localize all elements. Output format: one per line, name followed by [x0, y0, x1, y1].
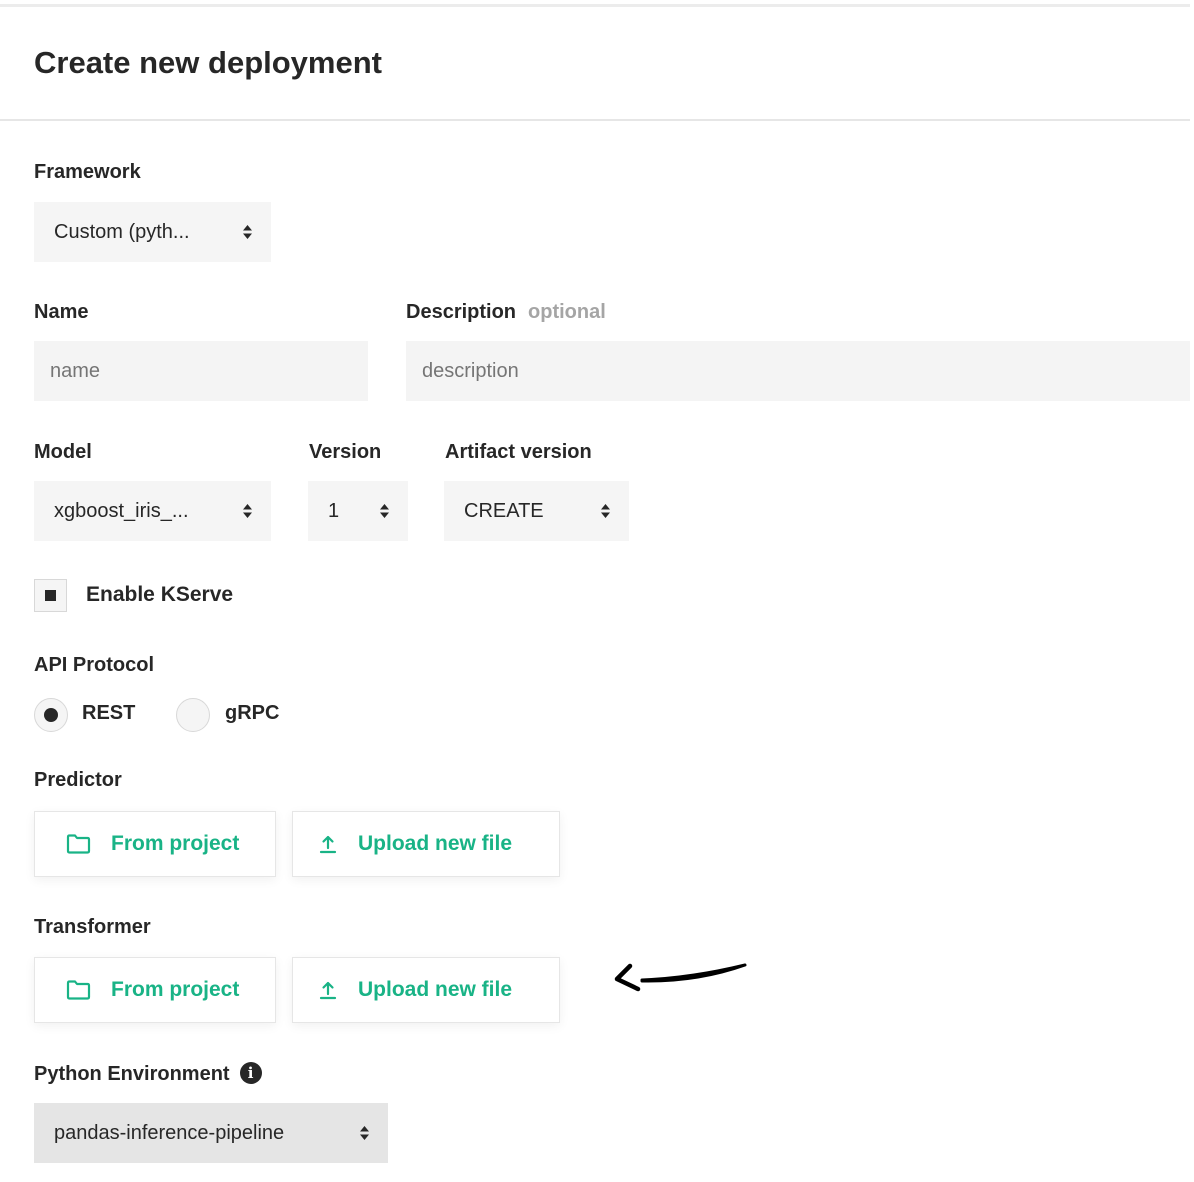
python-environment-select[interactable]: pandas-inference-pipeline	[34, 1103, 388, 1163]
name-label: Name	[34, 301, 89, 323]
transformer-upload-button[interactable]: Upload new file	[292, 957, 560, 1023]
model-value: xgboost_iris_...	[54, 499, 189, 522]
sort-chevron-icon	[243, 225, 252, 239]
version-select[interactable]: 1	[308, 481, 408, 541]
framework-select[interactable]: Custom (pyth...	[34, 202, 271, 262]
radio-rest[interactable]	[34, 698, 68, 732]
radio-grpc[interactable]	[176, 698, 210, 732]
transformer-label: Transformer	[34, 916, 151, 938]
artifact-version-value: CREATE	[464, 499, 544, 522]
python-environment-label: Python Environment i	[34, 1062, 262, 1086]
info-icon[interactable]: i	[239, 1062, 262, 1084]
version-label: Version	[309, 441, 382, 463]
description-label: Description optional	[406, 301, 606, 324]
framework-label: Framework	[34, 161, 141, 183]
upload-label: Upload new file	[358, 832, 513, 855]
name-input[interactable]	[34, 341, 368, 401]
radio-selected-dot	[44, 708, 58, 722]
checkbox-checked-mark	[45, 590, 56, 601]
enable-kserve-checkbox[interactable]	[34, 579, 67, 612]
version-value: 1	[328, 499, 340, 522]
description-label-text: Description	[406, 301, 517, 323]
upload-icon	[319, 981, 337, 1000]
transformer-from-project-button[interactable]: From project	[34, 957, 276, 1023]
predictor-from-project-button[interactable]: From project	[34, 811, 276, 877]
radio-rest-label[interactable]: REST	[82, 702, 135, 725]
optional-tag: optional	[528, 301, 606, 323]
folder-icon	[66, 834, 91, 854]
python-environment-value: pandas-inference-pipeline	[54, 1121, 285, 1144]
framework-value: Custom (pyth...	[54, 220, 190, 243]
predictor-upload-button[interactable]: Upload new file	[292, 811, 560, 877]
page-title: Create new deployment	[34, 45, 382, 80]
artifact-version-select[interactable]: CREATE	[444, 481, 629, 541]
folder-icon	[66, 980, 91, 1000]
sort-chevron-icon	[601, 504, 610, 518]
from-project-label: From project	[111, 832, 240, 855]
arrow-left-icon	[614, 963, 747, 992]
enable-kserve-label[interactable]: Enable KServe	[86, 583, 233, 607]
predictor-label: Predictor	[34, 769, 122, 791]
artifact-version-label: Artifact version	[445, 441, 592, 463]
python-environment-label-text: Python Environment	[34, 1063, 230, 1085]
model-select[interactable]: xgboost_iris_...	[34, 481, 271, 541]
sort-chevron-icon	[360, 1126, 369, 1140]
sort-chevron-icon	[243, 504, 252, 518]
radio-grpc-label[interactable]: gRPC	[225, 702, 279, 725]
page-header: Create new deployment	[0, 7, 1190, 121]
upload-icon	[319, 835, 337, 854]
sort-chevron-icon	[380, 504, 389, 518]
upload-label: Upload new file	[358, 978, 513, 1001]
description-input[interactable]	[406, 341, 1190, 401]
model-label: Model	[34, 441, 92, 463]
api-protocol-label: API Protocol	[34, 654, 155, 676]
from-project-label: From project	[111, 978, 240, 1001]
